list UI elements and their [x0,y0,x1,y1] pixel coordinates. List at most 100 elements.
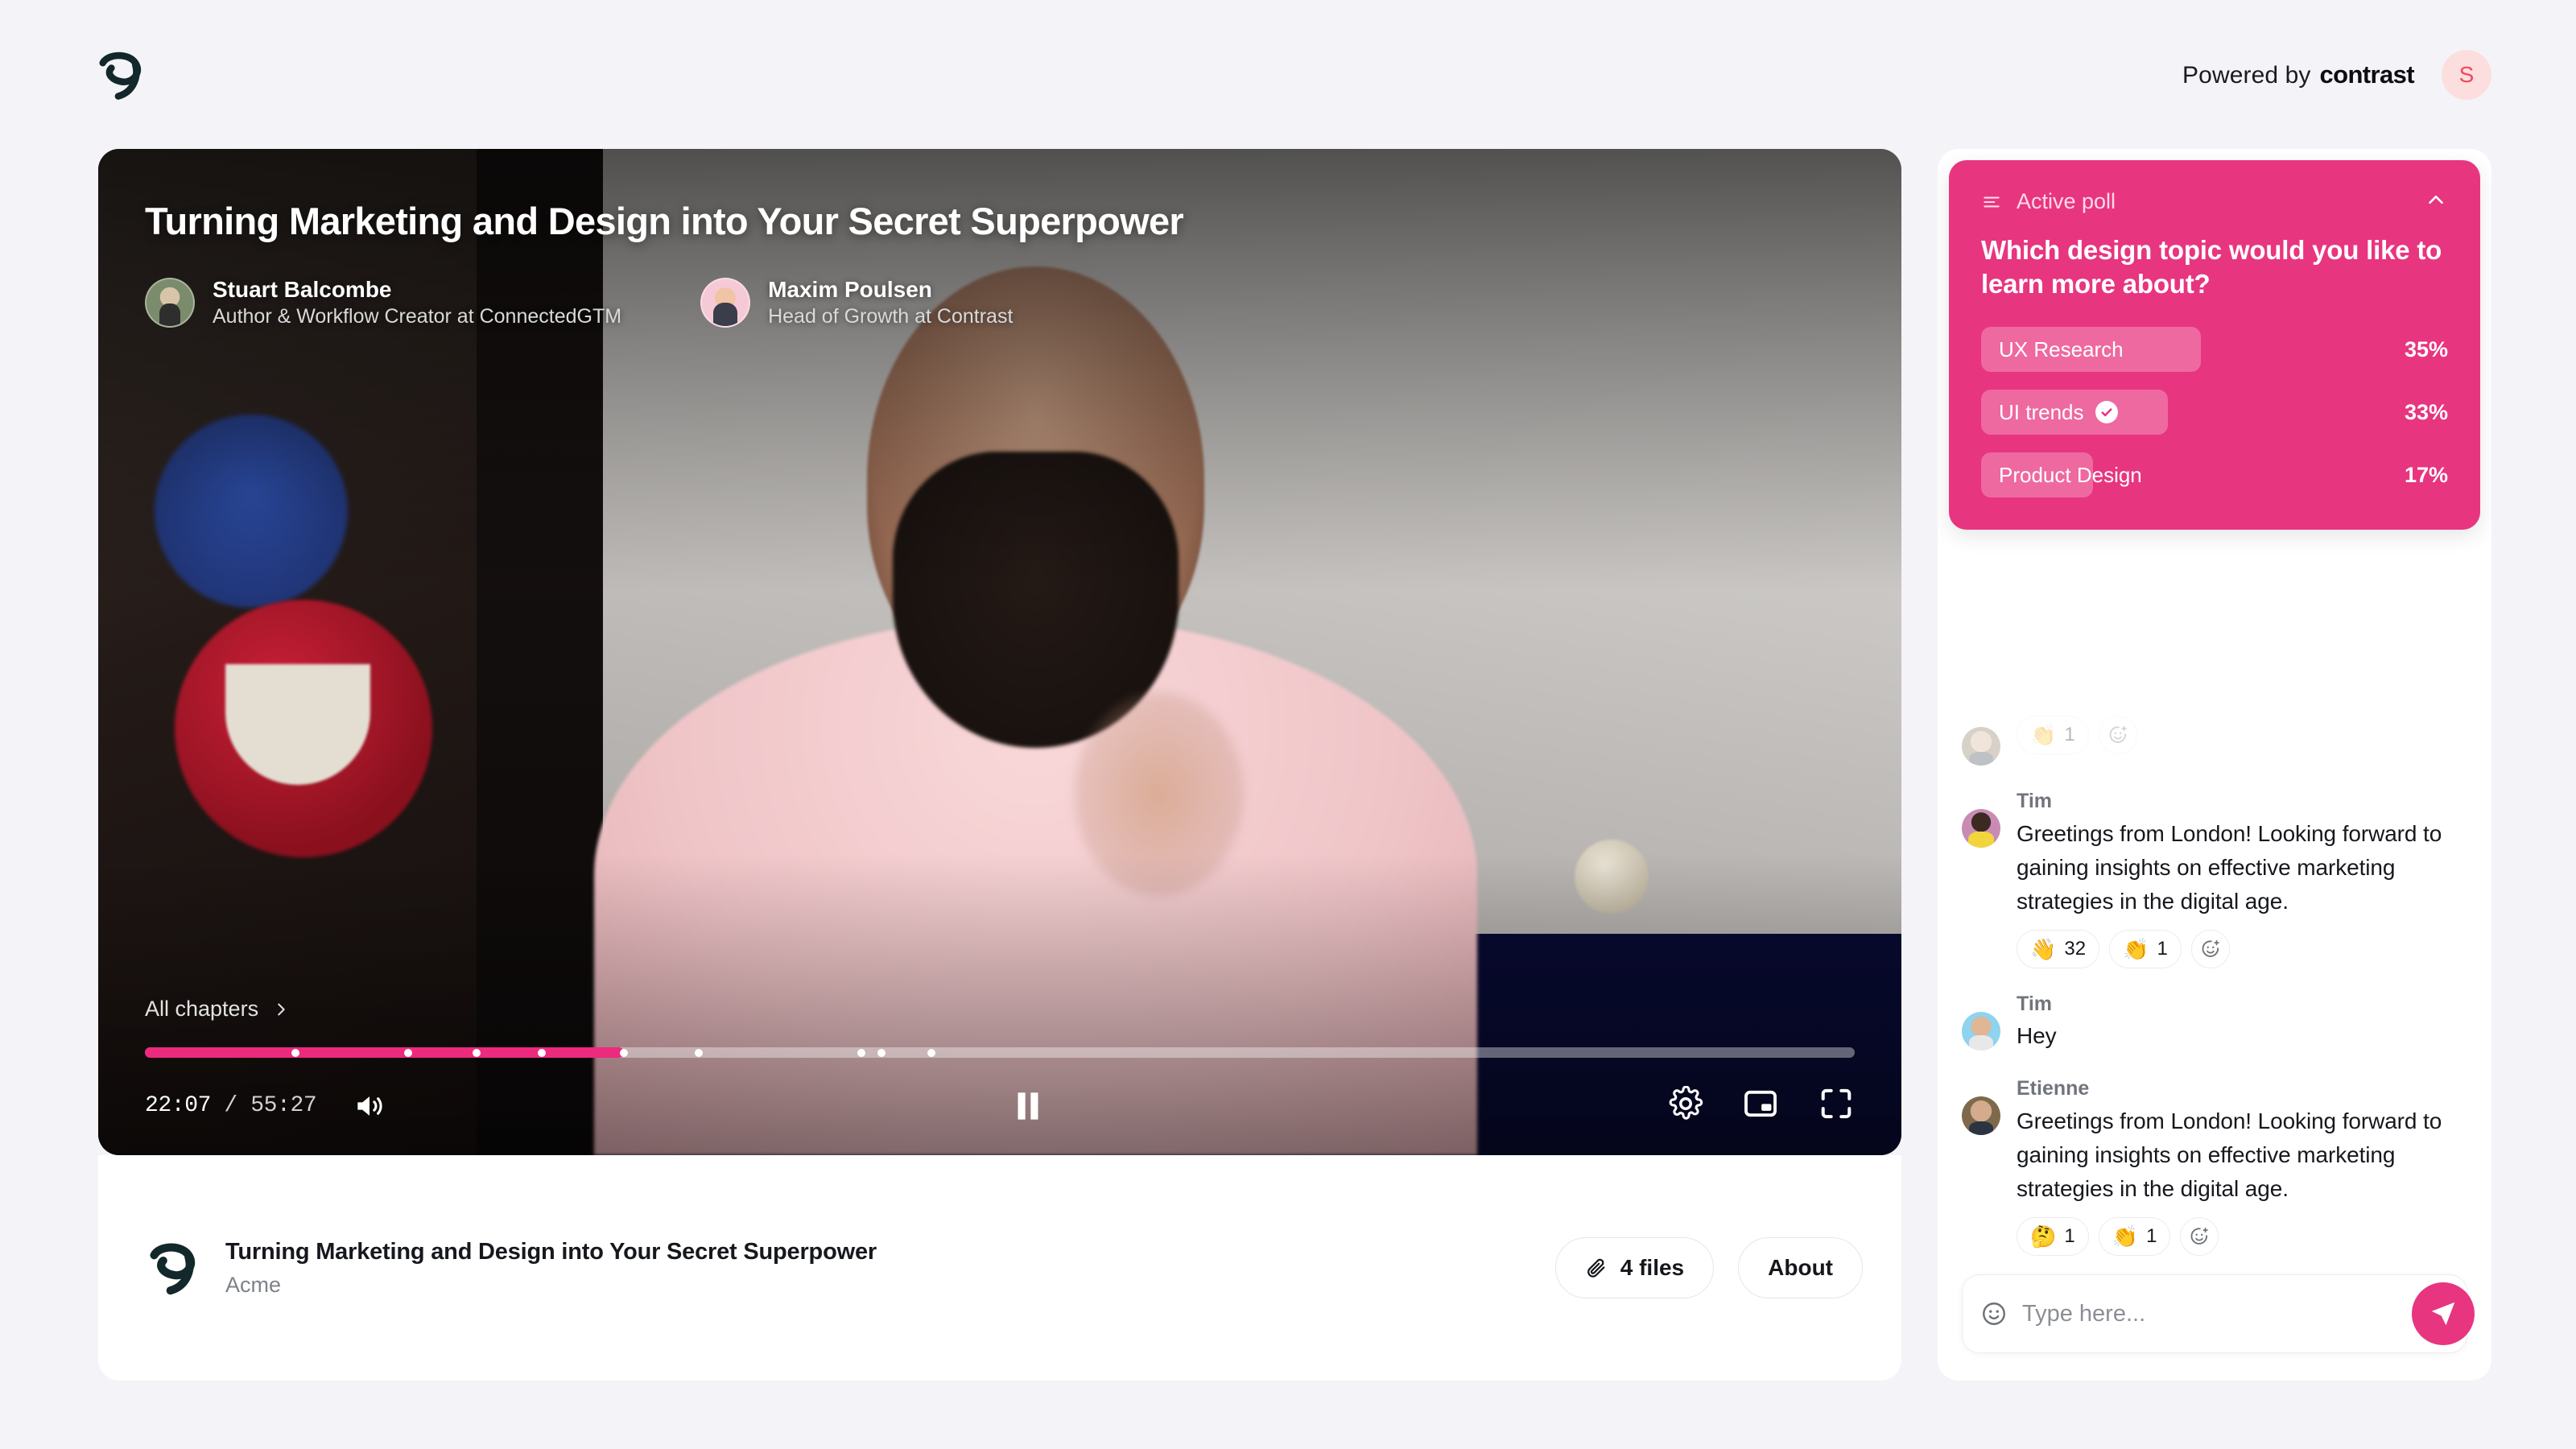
all-chapters-button[interactable]: All chapters [145,997,1855,1022]
video-overlay-header: Turning Marketing and Design into Your S… [145,199,1855,330]
message-reactions: 👏 1 [2017,716,2467,754]
chat-message: Tim Hey [1962,989,2467,1075]
message-avatar [1962,1011,2000,1051]
current-time: 22:07 [145,1093,212,1118]
message-body: Tim Greetings from London! Looking forwar… [2017,786,2467,968]
seek-bar-progress [145,1047,624,1058]
video-player[interactable]: Turning Marketing and Design into Your S… [98,149,1901,1155]
picture-in-picture-button[interactable] [1742,1085,1779,1126]
poll-header-left: Active poll [1981,189,2116,214]
time-display: 22:07 / 55:27 [145,1093,317,1118]
message-body: Etienne Greetings from London! Looking fo… [2017,1074,2467,1256]
message-text: Hey [2017,1023,2057,1048]
message-avatar [1962,1096,2000,1135]
speaker-item: Maxim Poulsen Head of Growth at Contrast [700,275,1013,330]
app-header: Powered by contrast S [0,0,2576,149]
video-info-text: Turning Marketing and Design into Your S… [225,1239,1531,1298]
brand-logo[interactable] [93,47,147,102]
reaction-chip[interactable]: 👏 1 [2098,1216,2171,1256]
player-column: Turning Marketing and Design into Your S… [98,149,1901,1381]
reaction-chip[interactable]: 👏 1 [2017,716,2089,754]
reaction-count: 1 [2157,937,2168,960]
message-body: Tim Hey [2017,989,2467,1054]
main-content: Turning Marketing and Design into Your S… [0,149,2576,1381]
poll-header: Active poll [1981,188,2448,216]
poll-selected-check-icon [2095,401,2118,424]
poll-option[interactable]: Product Design 17% [1981,452,2448,498]
user-avatar[interactable]: S [2442,49,2491,100]
chapter-marker[interactable] [404,1048,413,1057]
poll-list-icon [1984,196,2000,207]
add-reaction-button[interactable] [2180,1216,2219,1256]
paperclip-icon [1587,1258,1605,1278]
workspace-logo-icon [150,1243,196,1295]
message-avatar [1962,727,2000,766]
poll-option-label: UX Research [1999,336,2124,361]
reaction-emoji: 👏 [2123,936,2149,961]
total-time: 55:27 [250,1093,317,1118]
speaker-item: Stuart Balcombe Author & Workflow Creato… [145,275,621,330]
speaker-name: Maxim Poulsen [768,277,932,302]
fullscreen-icon [1821,1088,1852,1119]
active-poll-card: Active poll Which design topic would you… [1949,160,2480,530]
poll-option-label: Product Design [1999,462,2142,487]
message-avatar [1962,809,2000,848]
video-info-title: Turning Marketing and Design into Your S… [225,1238,877,1265]
chapter-marker[interactable] [537,1048,546,1057]
poll-option[interactable]: UX Research 35% [1981,327,2448,373]
message-author: Tim [2017,790,2052,812]
chat-panel: Active poll Which design topic would you… [1938,149,2491,1381]
chevron-up-icon [2429,195,2443,204]
send-message-button[interactable] [2412,1282,2475,1345]
poll-option[interactable]: UI trends 33% [1981,390,2448,436]
add-reaction-icon [2109,725,2127,743]
chat-input[interactable] [2022,1300,2449,1327]
about-button[interactable]: About [1738,1237,1863,1298]
sidebar-column: Active poll Which design topic would you… [1938,149,2491,1381]
message-reactions: 👋 32 👏 1 [2017,929,2467,968]
poll-option-percent: 17% [2404,462,2448,487]
player-controls: All chapters 22:07 / 55:27 [145,997,1855,1126]
emoji-picker-icon[interactable] [1980,1300,2008,1327]
speaker-name: Stuart Balcombe [213,277,392,302]
chapter-marker[interactable] [619,1048,628,1057]
poll-option-percent: 35% [2404,336,2448,361]
files-button[interactable]: 4 files [1554,1237,1715,1298]
seek-bar[interactable] [145,1047,1855,1058]
add-reaction-button[interactable] [2190,929,2230,968]
poll-header-label: Active poll [2017,189,2116,213]
chapter-marker[interactable] [877,1048,886,1057]
controls-row: 22:07 / 55:27 [145,1085,1855,1126]
settings-button[interactable] [1668,1085,1703,1125]
reaction-emoji: 👏 [2030,723,2057,747]
volume-icon [357,1096,382,1116]
reaction-count: 1 [2146,1224,2157,1247]
chat-composer-field[interactable] [1962,1274,2475,1353]
reaction-chip[interactable]: 👋 32 [2017,929,2100,968]
contrast-wordmark: contrast [2319,60,2414,89]
volume-button[interactable] [352,1088,387,1124]
contrast-spiral-icon [99,52,142,100]
pause-icon [1018,1092,1038,1120]
fullscreen-button[interactable] [1818,1085,1855,1126]
play-pause-button[interactable] [1008,1086,1048,1126]
add-reaction-button[interactable] [2098,716,2137,754]
chapter-marker[interactable] [291,1048,299,1057]
video-info-subtitle: Acme [225,1272,282,1297]
player-right-buttons [1668,1085,1855,1126]
files-button-label: 4 files [1620,1255,1685,1280]
poll-collapse-button[interactable] [2424,188,2448,216]
chapter-marker[interactable] [695,1048,704,1057]
message-author: Tim [2017,992,2052,1015]
chapter-marker[interactable] [927,1048,936,1057]
reaction-chip[interactable]: 👏 1 [2109,929,2182,968]
add-reaction-icon [2191,1227,2209,1245]
chat-message: Tim Greetings from London! Looking forwar… [1962,786,2467,989]
header-right-group: Powered by contrast S [2182,49,2491,100]
speaker-avatar [145,277,195,328]
powered-by-label: Powered by [2182,61,2311,89]
chapter-marker[interactable] [857,1048,865,1057]
reaction-chip[interactable]: 🤔 1 [2017,1216,2089,1256]
chat-composer [1938,1274,2491,1381]
chapter-marker[interactable] [473,1048,481,1057]
